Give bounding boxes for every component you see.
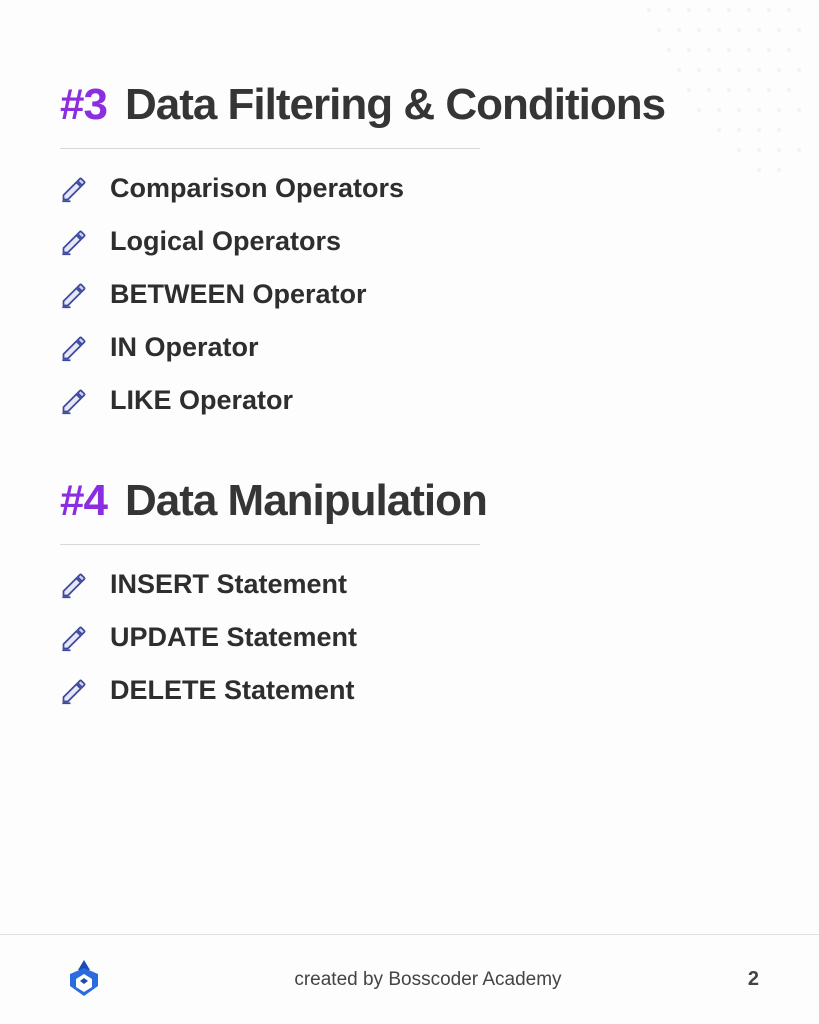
item-text: LIKE Operator [110, 385, 293, 416]
list-item: Logical Operators [60, 226, 759, 257]
section-header: #3 Data Filtering & Conditions [60, 80, 759, 130]
section-title: Data Filtering & Conditions [125, 80, 665, 130]
list-item: Comparison Operators [60, 173, 759, 204]
item-text: Logical Operators [110, 226, 341, 257]
pencil-icon [60, 334, 88, 362]
item-text: UPDATE Statement [110, 622, 357, 653]
section-header: #4 Data Manipulation [60, 476, 759, 526]
section-3: #3 Data Filtering & Conditions Compariso… [60, 80, 759, 416]
item-text: INSERT Statement [110, 569, 347, 600]
footer: created by Bosscoder Academy 2 [0, 934, 819, 1024]
list-item: INSERT Statement [60, 569, 759, 600]
pencil-icon [60, 677, 88, 705]
list-item: IN Operator [60, 332, 759, 363]
pencil-icon [60, 571, 88, 599]
section-number: #4 [60, 476, 107, 526]
footer-credit: created by Bosscoder Academy [108, 969, 748, 991]
item-text: IN Operator [110, 332, 259, 363]
divider [60, 148, 480, 149]
list-item: BETWEEN Operator [60, 279, 759, 310]
page-content: #3 Data Filtering & Conditions Compariso… [0, 0, 819, 706]
pencil-icon [60, 387, 88, 415]
page-number: 2 [748, 968, 759, 991]
section-4: #4 Data Manipulation INSERT Statement UP… [60, 476, 759, 706]
list-item: DELETE Statement [60, 675, 759, 706]
section-number: #3 [60, 80, 107, 130]
pencil-icon [60, 281, 88, 309]
pencil-icon [60, 228, 88, 256]
item-text: BETWEEN Operator [110, 279, 367, 310]
divider [60, 544, 480, 545]
pencil-icon [60, 624, 88, 652]
list-item: UPDATE Statement [60, 622, 759, 653]
bosscoder-logo-icon [60, 956, 108, 1004]
pencil-icon [60, 175, 88, 203]
item-text: Comparison Operators [110, 173, 404, 204]
item-text: DELETE Statement [110, 675, 355, 706]
list-item: LIKE Operator [60, 385, 759, 416]
section-title: Data Manipulation [125, 476, 487, 526]
